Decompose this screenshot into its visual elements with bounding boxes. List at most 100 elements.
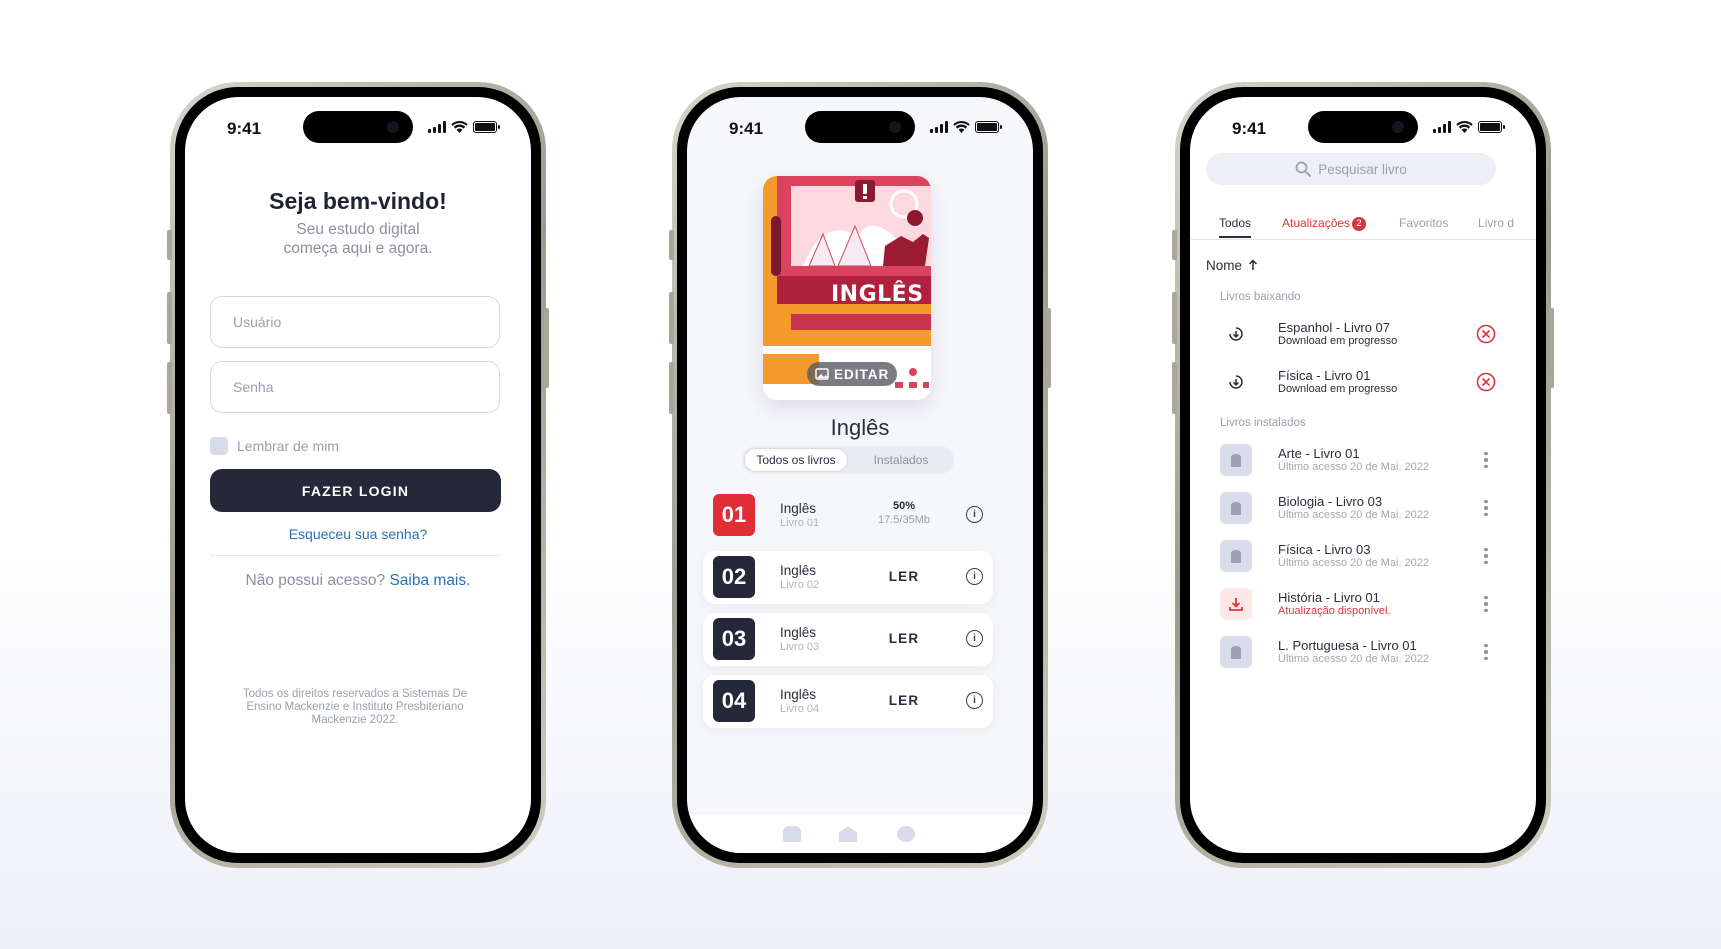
list-item[interactable]: Espanhol - Livro 07 Download em progress… — [1220, 316, 1496, 352]
no-access-text: Não possui acesso? Saiba mais. — [185, 572, 531, 590]
learn-more-link[interactable]: Saiba mais. — [389, 572, 470, 589]
username-field[interactable]: Usuário — [210, 296, 500, 348]
side-button — [167, 230, 172, 260]
forgot-password-link[interactable]: Esqueceu sua senha? — [185, 526, 531, 542]
read-button[interactable]: LER — [873, 569, 935, 584]
updates-badge: 2 — [1352, 216, 1367, 231]
backpack-icon[interactable] — [783, 826, 801, 842]
dynamic-island — [303, 111, 413, 143]
info-icon[interactable]: i — [966, 630, 983, 647]
book-title: Inglês — [830, 415, 890, 440]
more-options-icon[interactable] — [1476, 594, 1496, 614]
info-icon[interactable]: i — [966, 692, 983, 709]
status-time: 9:41 — [227, 119, 262, 138]
image-icon — [815, 368, 829, 380]
search-input[interactable]: Pesquisar livro — [1206, 153, 1496, 185]
list-item[interactable]: Biologia - Livro 03 Último acesso 20 de … — [1220, 490, 1496, 526]
volume-number: 02 — [713, 556, 755, 598]
backpack-icon — [1220, 540, 1252, 572]
sort-label: Nome — [1206, 258, 1243, 273]
library-tabs: Todos Atualizações 2 Favoritos Livro d — [1190, 216, 1536, 240]
screen: 9:41 INGLÊS EDITAR Inglês Todos os livro… — [687, 97, 1033, 853]
home-icon[interactable] — [839, 826, 857, 842]
info-icon[interactable]: i — [966, 568, 983, 585]
wifi-icon — [451, 121, 468, 133]
book-cover[interactable]: INGLÊS EDITAR — [763, 176, 931, 400]
cancel-download-icon[interactable] — [1476, 372, 1496, 392]
list-item[interactable]: Arte - Livro 01 Último acesso 20 de Mai.… — [1220, 442, 1496, 478]
signal-icon — [930, 121, 948, 133]
login-button[interactable]: FAZER LOGIN — [210, 469, 501, 512]
filter-segmented-control: Todos os livros Instalados — [742, 446, 954, 474]
list-item[interactable]: Física - Livro 03 Último acesso 20 de Ma… — [1220, 538, 1496, 574]
filter-all-books[interactable]: Todos os livros — [744, 448, 848, 472]
side-button — [1172, 292, 1177, 344]
tab-updates[interactable]: Atualizações 2 — [1282, 216, 1367, 231]
status-time: 9:41 — [1232, 119, 1267, 138]
cover-title: INGLÊS — [831, 282, 924, 307]
side-button — [1172, 362, 1177, 414]
sort-control[interactable]: Nome — [1206, 258, 1258, 273]
cancel-download-icon[interactable] — [1476, 324, 1496, 344]
volume-row[interactable]: 02 Inglês Livro 02 LER i — [703, 551, 993, 604]
divider — [210, 555, 501, 556]
backpack-icon — [1220, 444, 1252, 476]
read-button[interactable]: LER — [873, 693, 935, 708]
more-options-icon[interactable] — [1476, 546, 1496, 566]
book-title: Espanhol - Livro 07 — [1278, 320, 1391, 335]
welcome-title: Seja bem-vindo! — [269, 188, 447, 214]
side-button — [544, 308, 549, 388]
remember-label: Lembrar de mim — [237, 438, 339, 454]
list-item[interactable]: Física - Livro 01 Download em progresso — [1220, 364, 1496, 400]
subtitle-line: Seu estudo digital — [296, 221, 420, 238]
remember-me[interactable]: Lembrar de mim — [210, 437, 339, 455]
gear-icon[interactable] — [897, 826, 915, 842]
volume-number: 01 — [713, 494, 755, 536]
side-button — [1549, 308, 1554, 388]
downloading-icon — [1220, 318, 1252, 350]
volume-subject: Inglês — [780, 687, 817, 702]
status-time: 9:41 — [729, 119, 764, 138]
volume-name: Livro 02 — [780, 579, 820, 591]
remember-checkbox[interactable] — [210, 437, 228, 455]
book-status: Download em progresso — [1278, 335, 1398, 347]
list-item[interactable]: História - Livro 01 Atualização disponív… — [1220, 586, 1496, 622]
volume-row[interactable]: 03 Inglês Livro 03 LER i — [703, 613, 993, 666]
list-item[interactable]: L. Portuguesa - Livro 01 Último acesso 2… — [1220, 634, 1496, 670]
more-options-icon[interactable] — [1476, 498, 1496, 518]
no-access-label: Não possui acesso? — [245, 572, 386, 589]
book-title: Biologia - Livro 03 — [1278, 494, 1383, 509]
side-button — [669, 230, 674, 260]
filter-installed[interactable]: Instalados — [850, 448, 952, 472]
downloading-icon — [1220, 366, 1252, 398]
download-update-icon[interactable] — [1220, 588, 1252, 620]
more-options-icon[interactable] — [1476, 642, 1496, 662]
volume-name: Livro 03 — [780, 641, 820, 653]
book-status: Último acesso 20 de Mai. 2022 — [1278, 509, 1430, 521]
volume-subject: Inglês — [780, 625, 817, 640]
side-button — [167, 292, 172, 344]
volume-row[interactable]: 01 Inglês Livro 01 50% 17.5/35Mb i — [703, 489, 993, 542]
bezel: 9:41 Seja bem-vindo! Seu estudo digital … — [175, 87, 541, 863]
backpack-icon — [1220, 636, 1252, 668]
password-field[interactable]: Senha — [210, 361, 500, 413]
phone-book: 9:41 INGLÊS EDITAR Inglês Todos os livro… — [669, 82, 1051, 868]
welcome-subtitle: Seu estudo digital começa aqui e agora. — [185, 220, 531, 258]
download-progress: 50% — [892, 500, 916, 512]
book-title: Física - Livro 01 — [1278, 368, 1371, 383]
more-options-icon[interactable] — [1476, 450, 1496, 470]
volume-subject: Inglês — [780, 501, 817, 516]
volume-row[interactable]: 04 Inglês Livro 04 LER i — [703, 675, 993, 728]
edit-cover-button[interactable]: EDITAR — [807, 362, 898, 386]
battery-icon — [1478, 121, 1505, 133]
side-button — [1172, 230, 1177, 260]
bottom-tab-bar — [687, 813, 1033, 853]
tab-favorites[interactable]: Favoritos — [1399, 216, 1448, 230]
tab-livro[interactable]: Livro d — [1478, 216, 1514, 230]
book-title: Física - Livro 03 — [1278, 542, 1371, 557]
read-button[interactable]: LER — [873, 631, 935, 646]
signal-icon — [1433, 121, 1451, 133]
info-icon[interactable]: i — [966, 506, 983, 523]
tab-todos[interactable]: Todos — [1219, 216, 1252, 238]
side-button — [669, 292, 674, 344]
